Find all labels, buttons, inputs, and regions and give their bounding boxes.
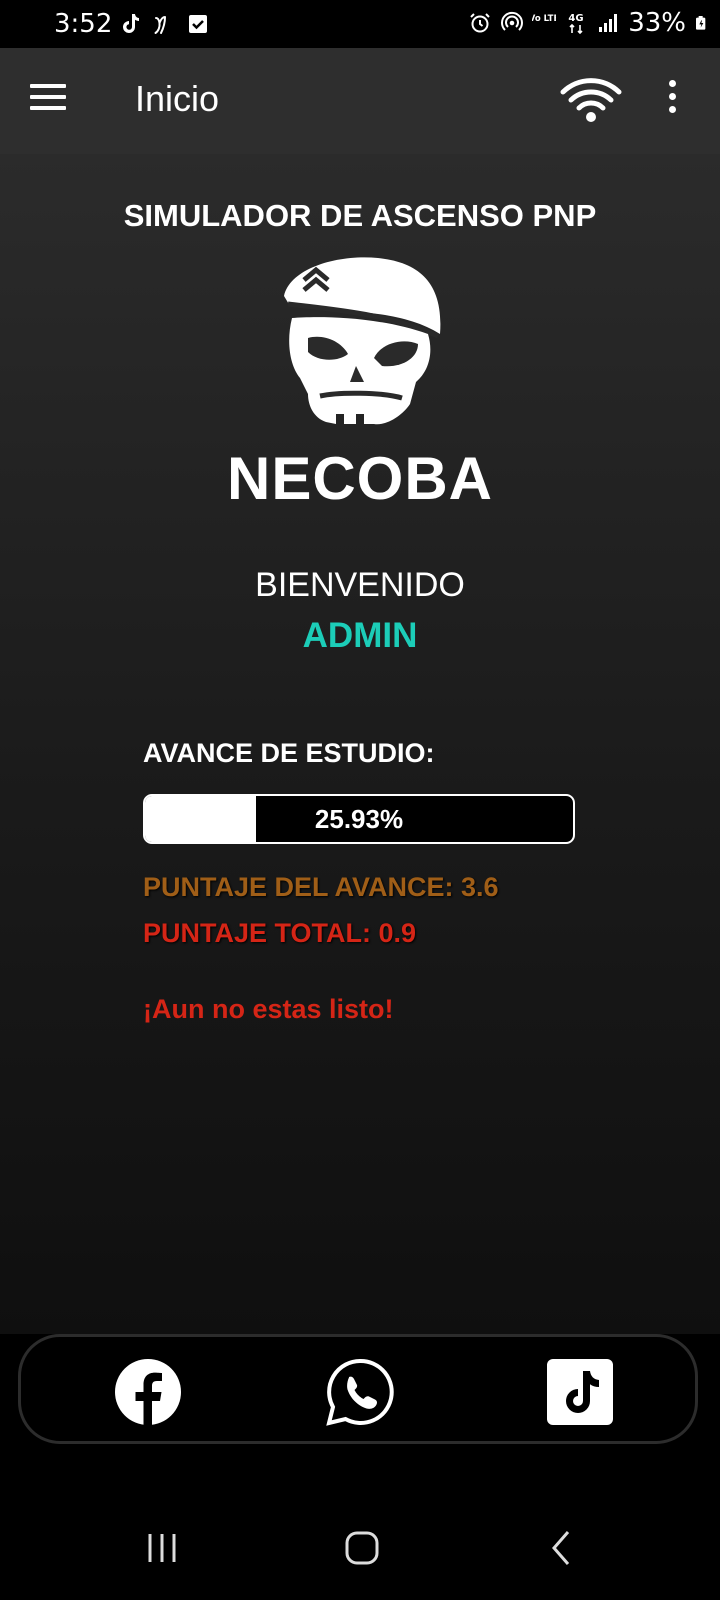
facebook-icon[interactable] xyxy=(113,1357,183,1427)
simulator-title: SIMULADOR DE ASCENSO PNP xyxy=(123,198,597,233)
svg-text:4G: 4G xyxy=(569,13,584,24)
4g-icon: 4G xyxy=(569,13,584,35)
page-title: Inicio xyxy=(135,78,220,119)
ready-message: ¡Aun no estas listo! xyxy=(143,994,394,1024)
home-icon[interactable] xyxy=(338,1526,388,1570)
menu-icon[interactable] xyxy=(30,84,74,116)
score-total: PUNTAJE TOTAL: 0.9 xyxy=(143,918,417,948)
status-bar: 3:52 Vo LTE 4G xyxy=(0,0,720,48)
status-right-icons: Vo LTE 4G 33% xyxy=(468,8,710,38)
whatsapp-icon[interactable] xyxy=(325,1357,395,1427)
progress-label: AVANCE DE ESTUDIO: xyxy=(143,738,435,768)
app-bar: Inicio xyxy=(0,48,720,154)
status-time: 3:52 xyxy=(54,9,113,39)
system-nav-bar xyxy=(0,1490,720,1600)
welcome-text: BIENVENIDO xyxy=(255,566,465,604)
tiktok-icon[interactable] xyxy=(545,1357,615,1427)
skull-beret-logo xyxy=(284,257,441,425)
svg-text:Vo LTE: Vo LTE xyxy=(532,14,556,24)
volte-icon: Vo LTE xyxy=(532,14,556,24)
signal-icon xyxy=(599,14,618,32)
status-left-icons xyxy=(118,12,210,36)
wifi-icon[interactable] xyxy=(560,74,622,124)
yape-icon xyxy=(154,16,166,34)
progress-text: 25.93% xyxy=(314,804,404,834)
social-bar xyxy=(18,1334,698,1444)
score-partial: PUNTAJE DEL AVANCE: 3.6 xyxy=(143,872,499,902)
battery-percent: 33% xyxy=(628,8,686,38)
study-progress-bar: 25.93% xyxy=(143,794,575,844)
battery-icon xyxy=(696,16,706,30)
back-icon[interactable] xyxy=(540,1526,590,1570)
tiktok-icon xyxy=(123,14,139,33)
hotspot-icon xyxy=(501,11,524,31)
username: ADMIN xyxy=(302,616,418,655)
brand-name: NECOBA xyxy=(226,445,493,512)
more-vert-icon[interactable] xyxy=(664,80,680,120)
checkbox-icon xyxy=(189,15,207,33)
main-content: SIMULADOR DE ASCENSO PNP NECOBA BIENVENI… xyxy=(0,154,720,1334)
alarm-icon xyxy=(470,13,490,33)
recents-icon[interactable] xyxy=(140,1526,190,1570)
